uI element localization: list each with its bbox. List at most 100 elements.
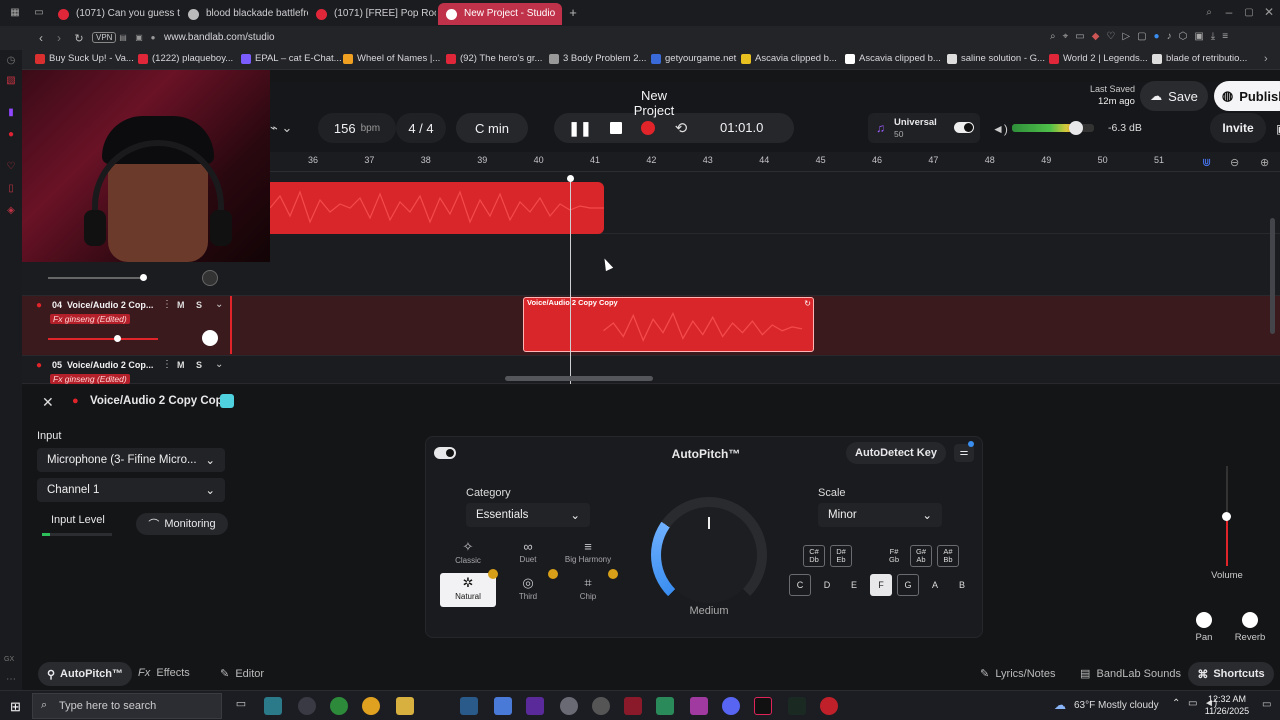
solo-button[interactable]: S xyxy=(196,360,202,370)
metronome-icon[interactable]: ⌁ ⌄ xyxy=(270,120,292,136)
app-icon[interactable] xyxy=(298,697,316,715)
strength-knob[interactable] xyxy=(661,507,757,603)
forward-icon[interactable]: › xyxy=(52,31,66,45)
key-c[interactable]: C xyxy=(789,574,811,596)
bookmark[interactable]: saline solution - G... xyxy=(947,53,1045,64)
bookmark[interactable]: getyourgame.net xyxy=(651,53,736,64)
invite-button[interactable]: Invite xyxy=(1210,113,1266,143)
vpn-badge[interactable]: VPN xyxy=(92,32,117,43)
new-tab-icon[interactable]: + xyxy=(566,5,580,20)
bookmark[interactable]: Wheel of Names |... xyxy=(343,53,440,64)
autodetect-key-button[interactable]: AutoDetect Key xyxy=(846,442,946,464)
opera-icon[interactable] xyxy=(624,697,642,715)
chrome-icon[interactable] xyxy=(362,697,380,715)
bookmark[interactable]: (92) The hero's gr... xyxy=(446,53,542,64)
tab-1[interactable]: (1071) Can you guess the xyxy=(50,3,180,25)
bookmark[interactable]: EPAL – cat E-Chat... xyxy=(241,53,342,64)
tray-chevron-icon[interactable]: ⌃ xyxy=(1172,698,1180,709)
more-bookmarks-icon[interactable]: › xyxy=(1264,53,1268,65)
track-volume-slider[interactable] xyxy=(48,274,147,281)
category-dropdown[interactable]: Essentials ⌄ xyxy=(466,503,590,527)
zoom-icon[interactable]: ⌕ xyxy=(1050,31,1056,45)
maximize-icon[interactable]: ▢ xyxy=(1242,5,1256,19)
twitch-icon[interactable]: ▮ xyxy=(5,106,17,118)
effect-chip[interactable]: ⌗ Chip xyxy=(560,573,616,607)
scale-dropdown[interactable]: Minor ⌄ xyxy=(818,503,942,527)
tiktok-icon[interactable] xyxy=(754,697,772,715)
fx-badge[interactable]: Fx ginseng (Edited) xyxy=(50,314,130,324)
universal-toggle[interactable] xyxy=(954,122,974,133)
gift-icon[interactable]: ▣ xyxy=(1276,122,1280,136)
tab-active[interactable]: New Project - Studio xyxy=(438,3,562,25)
track-menu-icon[interactable]: ⋮ xyxy=(162,359,172,370)
mute-button[interactable]: M xyxy=(177,360,185,370)
terminal-icon[interactable] xyxy=(788,697,806,715)
file-explorer-icon[interactable] xyxy=(396,697,414,715)
clock-time[interactable]: 12:32 AM xyxy=(1207,694,1247,704)
key-g[interactable]: G xyxy=(897,574,919,596)
key-f[interactable]: F xyxy=(870,574,892,596)
bookmark[interactable]: Buy Suck Up! - Va... xyxy=(35,53,134,64)
key-b[interactable]: B xyxy=(951,574,973,596)
settings-icon[interactable] xyxy=(592,697,610,715)
heart-icon[interactable]: ♡ xyxy=(5,160,17,172)
record-icon[interactable] xyxy=(641,121,655,135)
tab-2[interactable]: blood blackade battlefro xyxy=(180,3,308,25)
bandlab-sounds-button[interactable]: ▤ BandLab Sounds xyxy=(1080,667,1181,680)
pan-knob[interactable] xyxy=(202,330,218,346)
universal-preset[interactable]: ♫ Universal 50 xyxy=(868,113,980,143)
input-device-dropdown[interactable]: Microphone (3- Fifine Micro... ⌄ xyxy=(37,448,225,472)
tab-effects[interactable]: Fx Effects xyxy=(138,667,190,679)
time-signature[interactable]: 4 / 4 xyxy=(396,113,446,143)
shield-icon[interactable]: ◆ xyxy=(1092,31,1100,45)
app-icon[interactable] xyxy=(560,697,578,715)
app-icon[interactable] xyxy=(494,697,512,715)
key-g-sharp[interactable]: G# Ab xyxy=(910,545,932,567)
minimize-icon[interactable]: – xyxy=(1222,5,1236,19)
publish-button[interactable]: ◍Publish xyxy=(1214,81,1280,111)
bookmark[interactable]: blade of retributio... xyxy=(1152,53,1247,64)
solo-button[interactable]: S xyxy=(196,300,202,310)
vpn-icon[interactable]: ● xyxy=(1154,31,1160,45)
effect-big-harmony[interactable]: ≡ Big Harmony xyxy=(560,537,616,571)
url-field[interactable]: www.bandlab.com/studio xyxy=(164,32,275,43)
pin-icon[interactable]: ⌖ xyxy=(1063,31,1069,45)
key-a-sharp[interactable]: A# Bb xyxy=(937,545,959,567)
task-view-icon[interactable]: ▭ xyxy=(232,697,250,715)
back-icon[interactable]: ‹ xyxy=(34,31,48,45)
lyrics-notes-button[interactable]: ✎ Lyrics/Notes xyxy=(980,667,1055,680)
monitoring-button[interactable]: ⌒ Monitoring xyxy=(136,513,228,535)
opera-gx-icon[interactable] xyxy=(820,697,838,715)
effect-third[interactable]: ◎ Third xyxy=(500,573,556,607)
notes-icon[interactable]: ▯ xyxy=(5,182,17,194)
track-volume-slider[interactable] xyxy=(48,335,158,342)
speaker-icon[interactable]: ◄) xyxy=(992,122,1008,136)
vertical-scrollbar[interactable] xyxy=(1270,218,1275,334)
after-effects-icon[interactable] xyxy=(526,697,544,715)
capture-icon[interactable]: ▢ xyxy=(1137,31,1146,45)
cube-icon[interactable]: ◈ xyxy=(5,204,17,216)
extensions-icon[interactable]: ⬡ xyxy=(1179,31,1188,45)
track-menu-icon[interactable]: ⋮ xyxy=(162,299,172,310)
pause-icon[interactable]: ❚❚ xyxy=(568,120,591,136)
bookmark[interactable]: 3 Body Problem 2... xyxy=(549,53,646,64)
pan-knob[interactable] xyxy=(1196,612,1212,628)
chevron-down-icon[interactable]: ⌄ xyxy=(215,359,223,370)
panel-track-title[interactable]: Voice/Audio 2 Copy Copy xyxy=(90,395,229,407)
windows-start-icon[interactable]: ⊞ xyxy=(10,699,21,715)
play-icon[interactable]: ▷ xyxy=(1122,31,1130,45)
bookmark[interactable]: Ascavia clipped b... xyxy=(845,53,941,64)
history-icon[interactable]: ◷ xyxy=(5,54,17,66)
mute-button[interactable]: M xyxy=(177,300,185,310)
camera-icon[interactable]: ▣ xyxy=(134,32,144,42)
effect-classic[interactable]: ✧ Classic xyxy=(440,537,496,571)
zoom-in-icon[interactable]: ⊕ xyxy=(1260,156,1269,169)
close-window-icon[interactable]: ✕ xyxy=(1262,5,1276,19)
playhead-handle[interactable] xyxy=(567,175,574,182)
shortcuts-button[interactable]: ⌘ Shortcuts xyxy=(1188,662,1274,686)
key-f-sharp[interactable]: F# Gb xyxy=(883,545,905,567)
notifications-icon[interactable]: ▭ xyxy=(1262,699,1271,710)
tab-editor[interactable]: ✎ Editor xyxy=(220,667,264,680)
mixer-icon[interactable]: ♪ xyxy=(1167,31,1172,45)
key-d-sharp[interactable]: D# Eb xyxy=(830,545,852,567)
